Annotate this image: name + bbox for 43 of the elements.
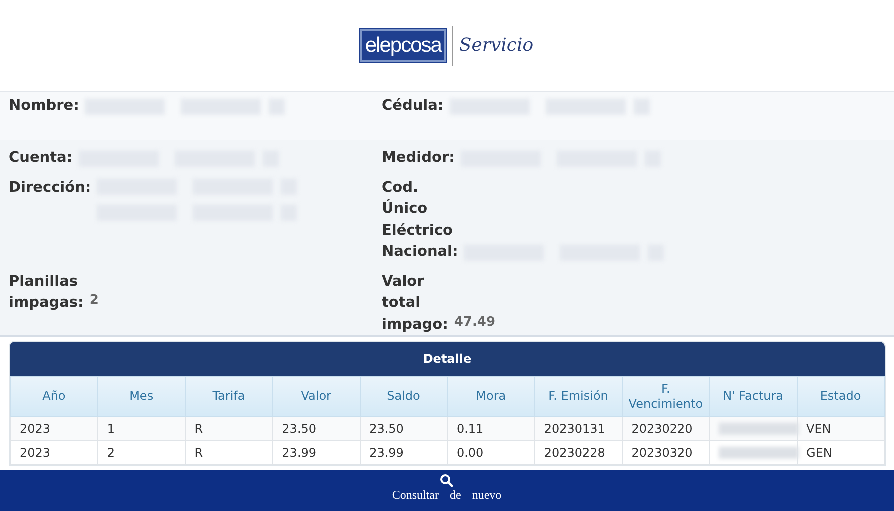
search-icon <box>440 474 454 487</box>
table-cell: 20230320 <box>622 440 710 464</box>
table-cell: 23.50 <box>272 416 360 440</box>
field-label: Medidor: <box>382 149 455 168</box>
field-value: 2 <box>90 292 99 310</box>
column-header: N' Factura <box>710 376 798 416</box>
column-header: Mora <box>447 376 535 416</box>
table-cell: 2023 <box>10 440 98 464</box>
column-header: F. Vencimiento <box>622 376 710 416</box>
table-cell: VEN <box>797 416 884 440</box>
field-label: Planillas impagas: <box>9 272 84 313</box>
table-cell: 23.99 <box>272 440 360 464</box>
field-label: Cod. Único Eléctrico Nacional: <box>382 178 458 262</box>
logo-wordmark: elepcosa <box>360 28 446 62</box>
column-header: Mes <box>98 376 186 416</box>
column-header: Estado <box>797 376 884 416</box>
column-header: F. Emisión <box>534 376 622 416</box>
table-cell: 20230228 <box>534 440 622 464</box>
consult-again-button[interactable]: Consultar de nuevo <box>392 470 502 504</box>
table-cell: 2023 <box>10 416 98 440</box>
table-cell: 23.99 <box>360 440 448 464</box>
field-label: Valor total impago: <box>382 272 448 334</box>
field-value: 47.49 <box>454 314 496 332</box>
field-label: Cédula: <box>382 97 444 116</box>
field-label: Nombre: <box>9 97 80 116</box>
table-cell: GEN <box>797 440 884 464</box>
column-header: Saldo <box>360 376 448 416</box>
column-header: Año <box>10 376 98 416</box>
column-header: Valor <box>272 376 360 416</box>
table-cell: R <box>185 416 273 440</box>
table-cell: 0.11 <box>447 416 535 440</box>
field-label: Dirección: <box>9 178 92 198</box>
table-title: Detalle <box>10 342 885 376</box>
table-cell: 0.00 <box>447 440 535 464</box>
table-cell: 20230220 <box>622 416 710 440</box>
table-cell: R <box>185 440 273 464</box>
table-cell: 20230131 <box>534 416 622 440</box>
table-cell: 23.50 <box>360 416 448 440</box>
table-cell: 2 <box>98 440 186 464</box>
column-header: Tarifa <box>185 376 273 416</box>
table-cell: 1 <box>98 416 186 440</box>
logo-tagline: Servicio <box>459 34 534 58</box>
field-label: Cuenta: <box>9 149 73 168</box>
